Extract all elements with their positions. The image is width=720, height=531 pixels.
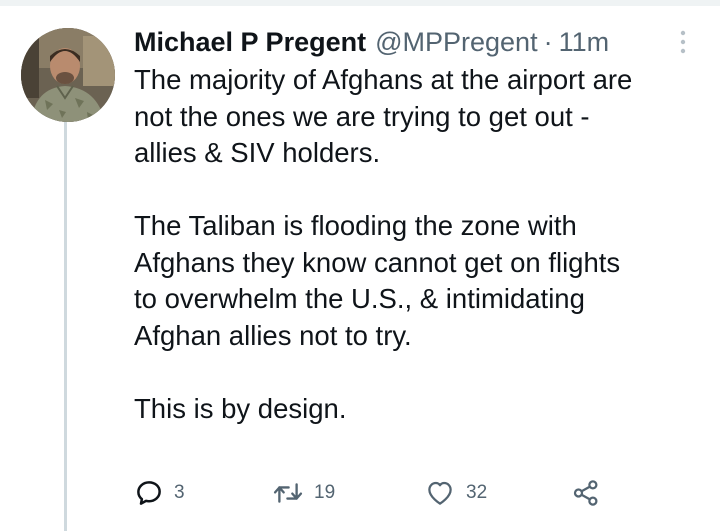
more-options-icon[interactable] <box>675 28 691 56</box>
tweet-line: Afghan allies not to try. <box>134 319 412 351</box>
tweet-line: Afghans they know cannot get on flights <box>134 246 621 278</box>
retweet-count: 19 <box>314 482 336 503</box>
heart-icon <box>428 481 452 505</box>
avatar[interactable] <box>21 28 115 122</box>
author-display-name[interactable]: Michael P Pregent <box>134 27 366 58</box>
reply-button[interactable]: 3 <box>134 476 185 510</box>
retweet-icon <box>273 483 303 503</box>
tweet-line: This is by design. <box>134 392 347 424</box>
tweet-body: The majority of Afghans at the airport a… <box>134 62 704 427</box>
reply-icon <box>137 481 161 505</box>
retweet-button[interactable]: 19 <box>272 476 335 510</box>
tweet-actions: 3 19 32 <box>134 476 614 510</box>
tweet-line: The majority of Afghans at the airport a… <box>134 64 633 95</box>
avatar-photo-icon <box>21 28 115 122</box>
tweet-line: not the ones we are trying to get out - <box>134 100 590 132</box>
share-icon <box>573 480 598 506</box>
reply-count: 3 <box>174 482 185 503</box>
tweet-header: Michael P Pregent @MPPregent · 11m <box>134 22 609 62</box>
tweet-line: The Taliban is flooding the zone with <box>134 210 577 241</box>
share-button[interactable] <box>570 476 602 510</box>
top-divider <box>0 0 720 6</box>
tweet-timestamp[interactable]: 11m <box>559 27 610 58</box>
like-count: 32 <box>466 482 488 503</box>
author-handle[interactable]: @MPPregent <box>375 27 537 58</box>
tweet-line: allies & SIV holders. <box>134 137 381 168</box>
header-separator: · <box>543 26 553 57</box>
tweet-line: to overwhelm the U.S., & intimidating <box>134 283 585 314</box>
thread-connector-line <box>64 122 67 531</box>
like-button[interactable]: 32 <box>424 476 487 510</box>
